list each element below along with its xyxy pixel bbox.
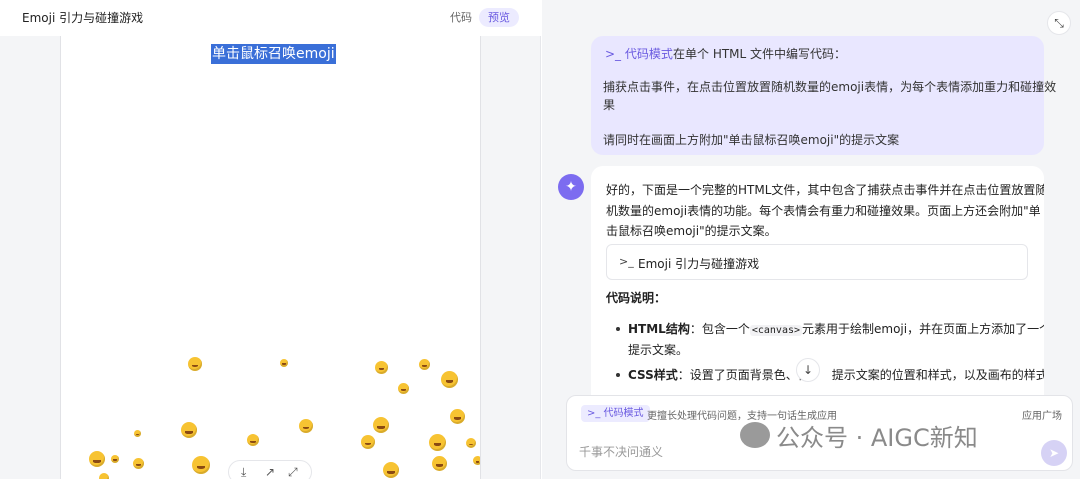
emoji-sprite bbox=[192, 456, 210, 474]
chat-panel: ⤡ >_ 代码模式 在单个 HTML 文件中编写代码： 捕获点击事件，在点击位置… bbox=[542, 0, 1080, 479]
terminal-icon: >_ bbox=[619, 255, 634, 268]
emoji-sprite bbox=[134, 430, 141, 437]
assistant-logo-icon: ✦ bbox=[558, 174, 584, 200]
user-message-intro: 在单个 HTML 文件中编写代码： bbox=[673, 47, 847, 61]
emoji-sprite bbox=[466, 438, 476, 448]
emoji-sprite bbox=[299, 419, 313, 433]
send-icon[interactable]: ➤ bbox=[1041, 440, 1067, 466]
preview-toolbar: ⤓ ↗ ⤢ bbox=[228, 460, 312, 479]
bullet-term: CSS样式 bbox=[628, 368, 678, 382]
download-icon[interactable]: ⤓ bbox=[241, 465, 246, 479]
bullet-item: CSS样式：设置了页面背景色、信 提示文案的位置和样式，以及画布的样式。 bbox=[628, 366, 1044, 383]
hint-text: 单击鼠标召唤emoji bbox=[211, 44, 336, 64]
user-message-line: 果 bbox=[603, 98, 616, 112]
watermark-text: 公众号 · AIGC新知 bbox=[776, 423, 978, 452]
emoji-sprite bbox=[361, 435, 375, 449]
emoji-sprite bbox=[450, 409, 465, 424]
watermark: 公众号 · AIGC新知 bbox=[740, 418, 978, 452]
emoji-sprite bbox=[89, 451, 105, 467]
emoji-sprite bbox=[247, 434, 259, 446]
emoji-sprite bbox=[398, 383, 409, 394]
emoji-sprite bbox=[441, 371, 458, 388]
code-artifact-card[interactable]: >_ Emoji 引力与碰撞游戏 bbox=[606, 244, 1028, 280]
emoji-sprite bbox=[133, 458, 144, 469]
bullet-text: 提示文案的位置和样式，以及画布的样式。 bbox=[831, 368, 1044, 382]
emoji-sprite bbox=[188, 357, 202, 371]
emoji-sprite bbox=[181, 422, 197, 438]
assistant-message: 好的，下面是一个完整的HTML文件，其中包含了捕获点击事件并在点击位置放置随 机… bbox=[591, 166, 1044, 426]
app-plaza-link[interactable]: 应用广场 bbox=[1022, 407, 1062, 422]
assistant-paragraph-line: 击鼠标召唤emoji"的提示文案。 bbox=[606, 224, 777, 238]
app-window: Emoji 引力与碰撞游戏 代码 预览 单击鼠标召唤emoji ⤓ ↗ ⤢ ⤡ … bbox=[0, 0, 1080, 479]
bullet-icon bbox=[616, 373, 620, 377]
user-message: >_ 代码模式 在单个 HTML 文件中编写代码： 捕获点击事件，在点击位置放置… bbox=[591, 36, 1056, 155]
emoji-sprite bbox=[473, 456, 480, 465]
emoji-sprite bbox=[111, 455, 119, 463]
code-artifact-title: Emoji 引力与碰撞游戏 bbox=[638, 257, 760, 271]
scroll-down-icon[interactable]: ↓ bbox=[796, 358, 820, 382]
bullet-item: HTML结构：包含一个 <canvas> 元素用于绘制emoji，并在页面上方添加了… bbox=[628, 320, 1044, 337]
emoji-sprite bbox=[375, 361, 388, 374]
preview-header: Emoji 引力与碰撞游戏 代码 预览 bbox=[0, 0, 541, 36]
fullscreen-icon[interactable]: ⤢ bbox=[288, 465, 298, 479]
assistant-paragraph-line: 机数量的emoji表情的功能。每个表情会有重力和碰撞效果。页面上方还会附加"单 bbox=[606, 204, 1041, 218]
project-title: Emoji 引力与碰撞游戏 bbox=[22, 11, 144, 25]
emoji-canvas[interactable]: 单击鼠标召唤emoji bbox=[60, 36, 481, 479]
bullet-term: HTML结构 bbox=[628, 322, 690, 336]
section-title: 代码说明： bbox=[606, 291, 667, 305]
emoji-sprite bbox=[280, 359, 288, 367]
share-icon[interactable]: ↗ bbox=[265, 465, 275, 479]
emoji-sprite bbox=[432, 456, 447, 471]
user-message-line: 请同时在画面上方附加"单击鼠标召唤emoji"的提示文案 bbox=[603, 133, 900, 147]
code-mode-tag: >_ 代码模式 bbox=[605, 47, 673, 61]
emoji-sprite bbox=[99, 473, 109, 479]
emoji-sprite bbox=[419, 359, 430, 370]
emoji-sprite bbox=[373, 417, 389, 433]
tab-preview[interactable]: 预览 bbox=[479, 8, 519, 27]
bullet-icon bbox=[616, 327, 620, 331]
tab-code[interactable]: 代码 bbox=[441, 8, 481, 27]
collapse-icon[interactable]: ⤡ bbox=[1047, 11, 1071, 35]
assistant-paragraph-line: 好的，下面是一个完整的HTML文件，其中包含了捕获点击事件并在点击位置放置随 bbox=[606, 183, 1044, 197]
bullet-text: 元素用于绘制emoji，并在页面上方添加了一个 bbox=[802, 322, 1044, 336]
preview-panel: Emoji 引力与碰撞游戏 代码 预览 单击鼠标召唤emoji ⤓ ↗ ⤢ bbox=[0, 0, 541, 479]
bullet-text: 提示文案。 bbox=[628, 343, 689, 357]
wechat-logo-icon bbox=[740, 422, 770, 448]
inline-code: <canvas> bbox=[749, 325, 803, 336]
emoji-sprite bbox=[383, 462, 399, 478]
user-message-line: 捕获点击事件，在点击位置放置随机数量的emoji表情，为每个表情添加重力和碰撞效 bbox=[603, 80, 1057, 94]
code-mode-chip[interactable]: >_ 代码模式 bbox=[581, 405, 650, 422]
bullet-text: ：设置了页面背景色、信 bbox=[677, 368, 810, 382]
emoji-sprite bbox=[429, 434, 446, 451]
bullet-text: ：包含一个 bbox=[689, 322, 750, 336]
